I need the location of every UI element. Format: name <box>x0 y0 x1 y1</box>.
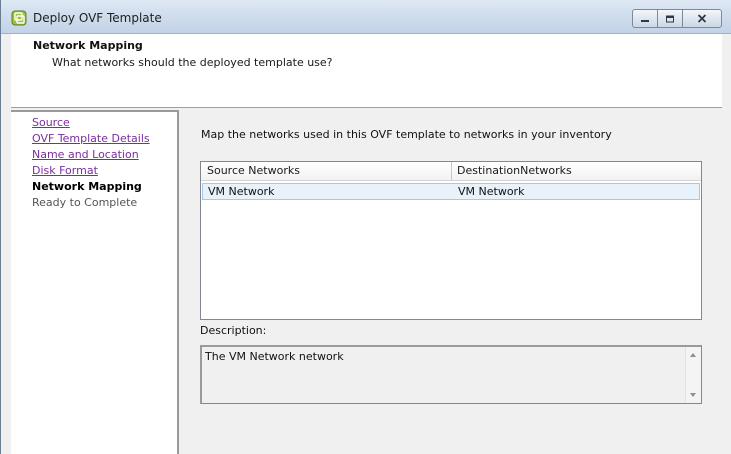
description-text: The VM Network network <box>205 350 344 363</box>
ovf-deploy-icon <box>11 10 27 26</box>
column-header-source-networks[interactable]: Source Networks <box>201 162 452 180</box>
main-content: Map the networks used in this OVF templa… <box>180 108 722 454</box>
destination-network-cell[interactable]: VM Network <box>458 184 524 199</box>
step-ovf-template-details[interactable]: OVF Template Details <box>32 132 150 146</box>
step-source[interactable]: Source <box>32 116 70 130</box>
instruction-text: Map the networks used in this OVF templa… <box>201 128 612 141</box>
wizard-header: Network Mapping What networks should the… <box>11 34 722 108</box>
deploy-ovf-window: Deploy OVF Template Network Mapping What… <box>0 0 731 454</box>
scroll-down-icon[interactable] <box>690 393 696 397</box>
maximize-button[interactable] <box>657 9 683 28</box>
description-box: The VM Network network <box>200 345 702 404</box>
window-controls <box>632 9 722 28</box>
window-title: Deploy OVF Template <box>33 11 162 25</box>
table-row[interactable]: VM Network VM Network <box>202 183 700 200</box>
step-ready-to-complete: Ready to Complete <box>32 196 138 209</box>
step-disk-format[interactable]: Disk Format <box>32 164 98 178</box>
step-network-mapping: Network Mapping <box>32 180 142 193</box>
minimize-icon <box>640 15 650 23</box>
title-bar[interactable]: Deploy OVF Template <box>1 0 731 34</box>
page-subtitle: What networks should the deployed templa… <box>52 56 333 69</box>
maximize-icon <box>665 15 675 23</box>
step-name-and-location[interactable]: Name and Location <box>32 148 139 162</box>
close-button[interactable] <box>682 9 722 28</box>
table-header: Source Networks DestinationNetworks <box>201 162 701 181</box>
source-network-cell: VM Network <box>208 185 275 198</box>
wizard-steps: Source OVF Template Details Name and Loc… <box>11 110 179 454</box>
description-scrollbar[interactable] <box>685 347 701 403</box>
description-label: Description: <box>200 324 267 337</box>
minimize-button[interactable] <box>632 9 658 28</box>
column-header-destination-networks[interactable]: DestinationNetworks <box>452 162 701 180</box>
network-mapping-table: Source Networks DestinationNetworks VM N… <box>200 161 702 320</box>
close-icon <box>697 14 707 23</box>
scroll-up-icon[interactable] <box>690 353 696 357</box>
page-title: Network Mapping <box>33 39 143 52</box>
